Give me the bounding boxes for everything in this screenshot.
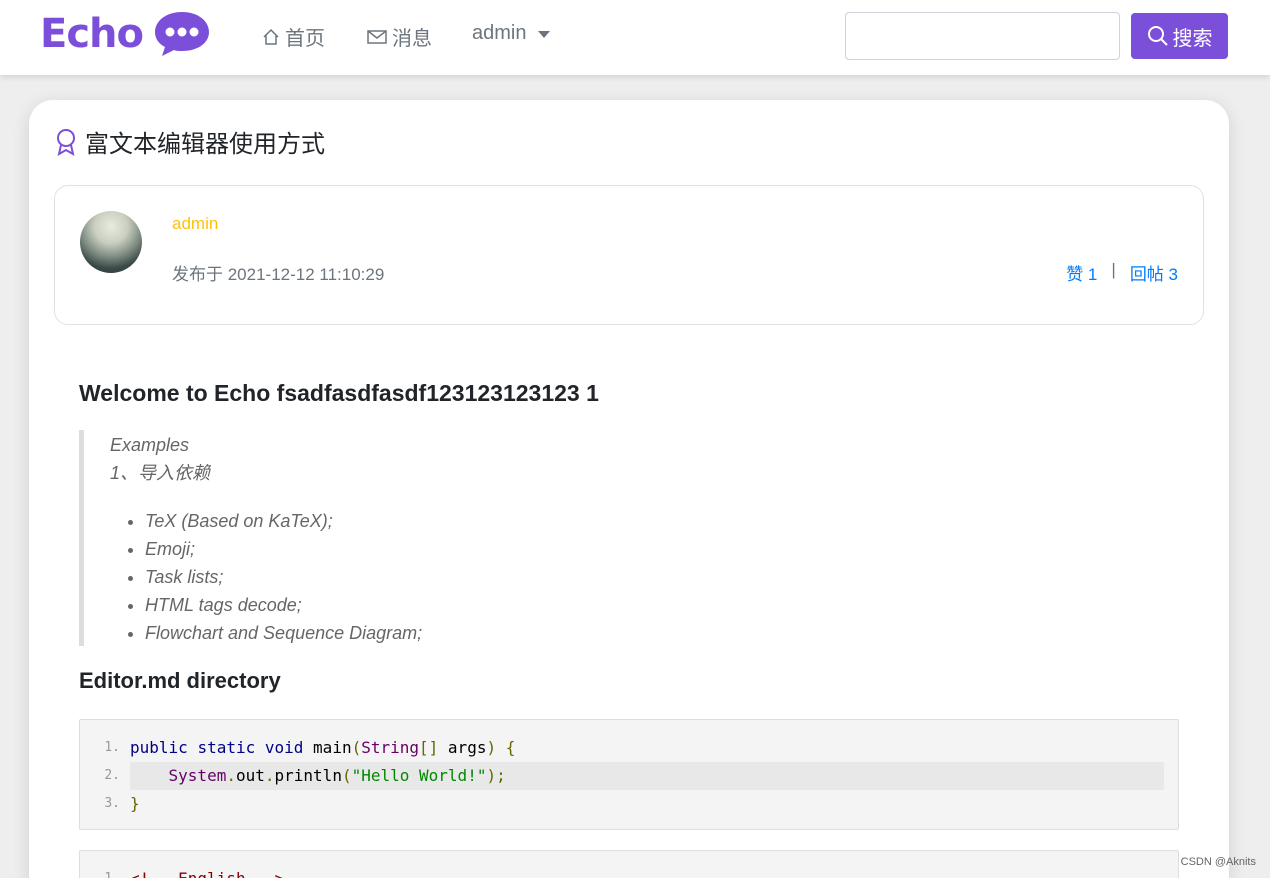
line-number: 3.	[104, 796, 120, 811]
list-item: TeX (Based on KaTeX);	[145, 507, 1179, 535]
watermark: CSDN @Aknits	[1180, 856, 1256, 868]
award-icon	[57, 128, 75, 156]
feature-list: TeX (Based on KaTeX); Emoji; Task lists;…	[110, 507, 1179, 647]
post-date: 发布于 2021-12-12 11:10:29	[172, 265, 385, 284]
avatar[interactable]	[80, 211, 142, 273]
quote-line: Examples	[110, 435, 190, 455]
content-subheading: Editor.md directory	[79, 668, 281, 693]
nav-messages[interactable]: 消息	[366, 22, 432, 51]
line-number: 1.	[104, 740, 120, 755]
list-item: Emoji;	[145, 535, 1179, 563]
nav-user-label: admin	[472, 22, 527, 44]
code-line: 2. System.out.println("Hello World!");	[80, 762, 1178, 790]
content-heading: Welcome to Echo fsadfasdfasdf12312312312…	[79, 380, 599, 406]
code-line: 1. public static void main(String[] args…	[80, 734, 1178, 762]
brand-text: Echo	[40, 11, 144, 57]
stats-divider: |	[1111, 260, 1116, 279]
code-line: 1. <!-- English -->	[80, 865, 1178, 878]
post-meta-box	[54, 185, 1204, 325]
code-text: public static void main(String[] args) {	[130, 738, 516, 757]
post-title-text: 富文本编辑器使用方式	[85, 131, 325, 158]
search-input[interactable]	[845, 12, 1120, 60]
navbar: Echo 首页 消息 admin 搜索	[0, 0, 1270, 75]
list-item: HTML tags decode;	[145, 591, 1179, 619]
code-text: <!-- English -->	[130, 865, 1164, 878]
caret-down-icon	[538, 31, 551, 38]
home-icon	[263, 28, 279, 45]
chat-bubble-icon	[155, 12, 209, 56]
reply-link[interactable]: 回帖 3	[1130, 260, 1178, 285]
post-title: 富文本编辑器使用方式	[55, 124, 325, 159]
nav-home[interactable]: 首页	[261, 22, 325, 51]
code-line: 3. }	[80, 790, 1178, 818]
blockquote: Examples 1、导入依赖 TeX (Based on KaTeX); Em…	[79, 430, 1179, 646]
author-name[interactable]: admin	[172, 214, 218, 234]
code-block: 1. <!-- English -->	[79, 850, 1179, 878]
envelope-icon	[367, 29, 387, 44]
code-text: }	[130, 794, 140, 813]
list-item: Task lists;	[145, 563, 1179, 591]
nav-messages-label: 消息	[392, 28, 432, 50]
search-icon	[1147, 26, 1168, 46]
quote-line: 1、导入依赖	[110, 463, 211, 483]
brand-logo[interactable]: Echo	[40, 10, 211, 58]
code-text: System.out.println("Hello World!");	[130, 762, 1164, 790]
code-block: 1. public static void main(String[] args…	[79, 719, 1179, 830]
nav-user-dropdown[interactable]: admin	[472, 22, 551, 45]
search-button-label: 搜索	[1172, 27, 1213, 50]
line-number: 2.	[104, 768, 120, 783]
search-button[interactable]: 搜索	[1131, 13, 1228, 59]
list-item: Flowchart and Sequence Diagram;	[145, 619, 1179, 647]
line-number: 1.	[80, 865, 130, 878]
nav-home-label: 首页	[285, 28, 325, 50]
post-stats: 赞 1 | 回帖 3	[1066, 260, 1178, 285]
like-link[interactable]: 赞 1	[1066, 260, 1097, 285]
